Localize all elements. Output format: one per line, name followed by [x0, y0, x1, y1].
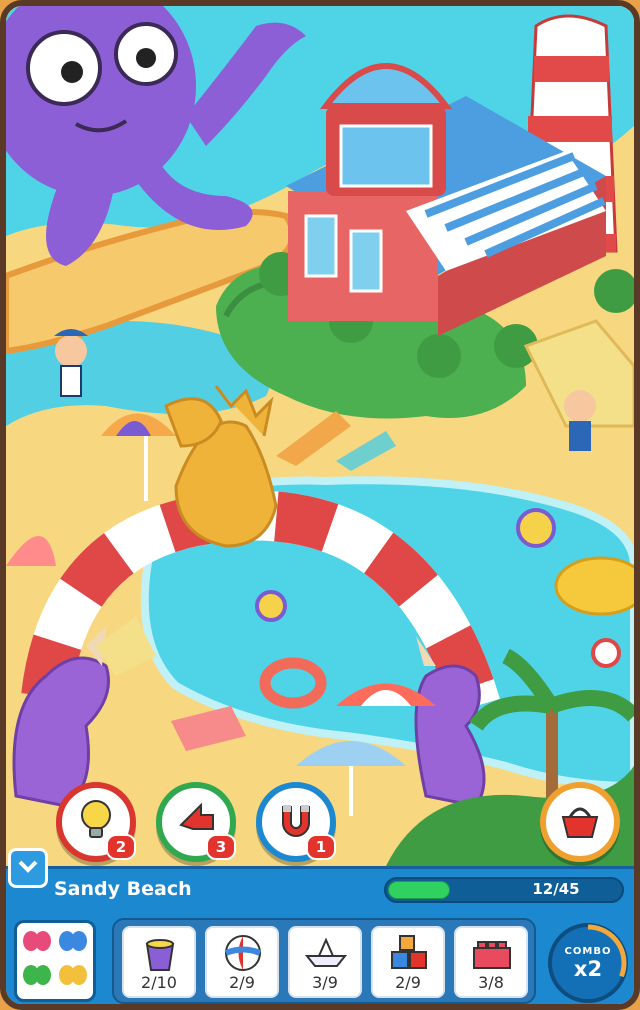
basket-icon — [555, 795, 605, 849]
item-card-paper-boat[interactable]: 3/9 — [288, 926, 362, 998]
combo-meter: COMBO x2 — [548, 923, 628, 1003]
basket-button[interactable] — [540, 782, 620, 862]
hint-count-badge: 2 — [106, 834, 136, 860]
item-card-toy-blocks[interactable]: 2/9 — [371, 926, 445, 998]
magnet-count-badge: 1 — [306, 834, 336, 860]
item-count: 3/9 — [312, 973, 338, 992]
progress-fill — [388, 881, 450, 899]
arrow-count-badge: 3 — [206, 834, 236, 860]
item-count: 2/9 — [395, 973, 421, 992]
combo-ring — [549, 924, 627, 1002]
hint-powerup-button[interactable]: 2 — [56, 782, 136, 862]
level-title: Sandy Beach — [54, 878, 192, 900]
collapse-button[interactable] — [8, 848, 48, 888]
progress-count: 12/45 — [532, 880, 580, 898]
chevron-down-icon — [17, 858, 39, 878]
beach-scene-art — [6, 6, 634, 866]
item-card-beach-ball[interactable]: 2/9 — [205, 926, 279, 998]
item-count: 3/8 — [478, 973, 504, 992]
item-card-lego-brick[interactable]: 3/8 — [454, 926, 528, 998]
items-to-find-tray: 2/10 2/9 3/9 2/9 3/8 — [112, 918, 536, 1004]
butterflies-icon — [17, 931, 93, 1003]
arrow-powerup-button[interactable]: 3 — [156, 782, 236, 862]
item-count: 2/9 — [229, 973, 255, 992]
item-card-bucket[interactable]: 2/10 — [122, 926, 196, 998]
magnet-powerup-button[interactable]: 1 — [256, 782, 336, 862]
game-frame: 2 3 1 Sandy Beach 12/45 2/10 2/9 3/9 2/9… — [0, 0, 640, 1010]
butterfly-collection-button[interactable] — [14, 920, 96, 1002]
hidden-object-scene[interactable] — [6, 6, 634, 866]
item-count: 2/10 — [141, 973, 177, 992]
progress-bar: 12/45 — [384, 877, 624, 903]
